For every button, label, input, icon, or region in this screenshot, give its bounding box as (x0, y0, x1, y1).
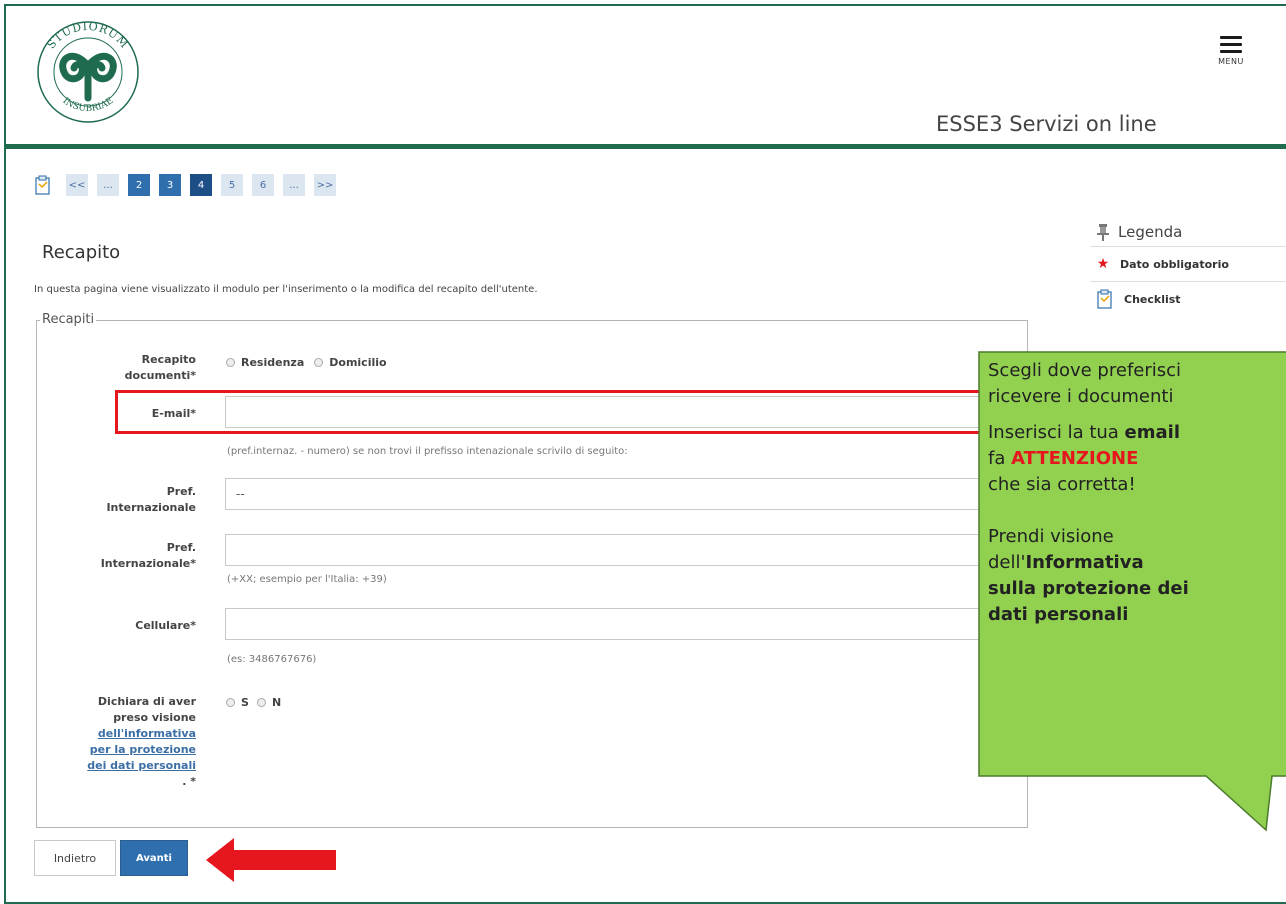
privacy-label-line2: preso visione (113, 711, 196, 724)
privacy-label-required: . * (182, 775, 196, 788)
legend-checklist-label: Checklist (1124, 292, 1181, 306)
pref2-label-line1: Pref. (166, 541, 196, 554)
privacy-no-radio[interactable] (256, 698, 266, 707)
service-title: ESSE3 Servizi on line (936, 112, 1157, 136)
step-pager: << ... 2 3 4 5 6 ... >> (34, 174, 345, 196)
header-divider (6, 144, 1286, 149)
pager-ellipsis-end: ... (283, 174, 305, 196)
callout-text: Scegli dove preferisci ricevere i docume… (988, 358, 1286, 628)
callout-line5: che sia corretta! (988, 474, 1136, 495)
pref-internazionale-input[interactable] (225, 534, 1015, 566)
cellulare-hint: (es: 3486767676) (227, 654, 317, 665)
hamburger-icon-bar (1220, 43, 1242, 46)
next-button[interactable]: Avanti (120, 840, 188, 876)
recapito-label-line2: documenti* (124, 369, 196, 382)
callout-line8: sulla protezione dei (988, 576, 1286, 602)
fieldset-legend: Recapiti (40, 312, 97, 327)
pager-last: >> (314, 174, 336, 196)
callout-line4a: fa (988, 448, 1012, 469)
menu-label: MENU (1218, 57, 1244, 66)
pin-icon (1097, 224, 1109, 241)
callout-line7: dell'Informativa (988, 550, 1286, 576)
privacy-label-line1: Dichiara di aver (97, 695, 196, 708)
callout-attention: ATTENZIONE (1011, 448, 1139, 469)
legend-required-label: Dato obbligatorio (1120, 257, 1229, 271)
residenza-radio[interactable] (226, 358, 235, 367)
pref1-label-line2: Internazionale (106, 501, 196, 514)
logo-text-top: STUDIORUM (45, 20, 131, 51)
privacy-no-label: N (271, 696, 282, 709)
pager-step-2[interactable]: 2 (128, 174, 150, 196)
callout-line7b: Informativa (1025, 552, 1144, 573)
page-description: In questa pagina viene visualizzato il m… (34, 284, 538, 295)
checklist-icon (1097, 289, 1112, 309)
privacy-yes-radio[interactable] (226, 698, 235, 707)
callout-line9: dati personali (988, 602, 1286, 628)
callout-line1: Scegli dove preferisci (988, 360, 1182, 381)
callout-line4: fa ATTENZIONE (988, 446, 1286, 472)
site-header: STUDIORUM INSUBRIAE MENU ESSE3 Servizi o… (6, 6, 1286, 146)
back-button[interactable]: Indietro (34, 840, 116, 876)
page-title: Recapito (42, 242, 121, 263)
star-icon: ★ (1096, 256, 1110, 272)
pager-step-6: 6 (252, 174, 274, 196)
callout-line3: Inserisci la tua email (988, 420, 1286, 446)
callout-line3b: email (1124, 422, 1180, 443)
pager-ellipsis-start: ... (97, 174, 119, 196)
legend-header: Legenda (1090, 218, 1286, 246)
callout-line8b: sulla protezione dei (988, 578, 1189, 599)
domicilio-label: Domicilio (329, 356, 387, 369)
privacy-policy-link-line3[interactable]: dei dati personali (64, 758, 196, 774)
cellulare-input[interactable] (225, 608, 1015, 640)
callout-line9b: dati personali (988, 604, 1129, 625)
pager-step-5: 5 (221, 174, 243, 196)
callout-line2: ricevere i documenti (988, 386, 1174, 407)
menu-button[interactable]: MENU (1211, 32, 1251, 82)
legend-required-row: ★ Dato obbligatorio (1090, 246, 1286, 281)
legend-title: Legenda (1118, 223, 1183, 241)
recapito-radio-group: Residenza Domicilio (226, 356, 387, 369)
callout-line6: Prendi visione (988, 526, 1114, 547)
hamburger-icon (1220, 36, 1242, 39)
pref-internazionale-required-label: Pref. Internazionale* (64, 540, 196, 572)
domicilio-radio[interactable] (314, 358, 324, 367)
legend-checklist-row: Checklist (1090, 281, 1286, 316)
email-highlight-box (115, 390, 995, 434)
privacy-radio-group: S N (226, 696, 281, 709)
cellulare-label: Cellulare* (135, 619, 196, 632)
recapito-label-line1: Recapito (141, 353, 196, 366)
pref2-label-line2: Internazionale* (100, 557, 196, 570)
email-hint: (pref.internaz. - numero) se non trovi i… (227, 446, 628, 457)
callout-line7a: dell' (988, 552, 1026, 573)
callout-line3a: Inserisci la tua (988, 422, 1125, 443)
pager-step-4-current[interactable]: 4 (190, 174, 212, 196)
pager-first[interactable]: << (66, 174, 88, 196)
university-logo[interactable]: STUDIORUM INSUBRIAE (24, 8, 152, 136)
pager-step-3[interactable]: 3 (159, 174, 181, 196)
svg-text:STUDIORUM: STUDIORUM (45, 20, 132, 51)
legend-panel: Legenda ★ Dato obbligatorio Checklist (1090, 218, 1286, 316)
privacy-declaration-label: Dichiara di aver preso visione dell'info… (64, 694, 196, 790)
pref-internazionale-hint: (+XX; esempio per l'Italia: +39) (227, 574, 387, 585)
privacy-policy-link-line2[interactable]: per la protezione (64, 742, 196, 758)
pref-internazionale-label: Pref. Internazionale (64, 484, 196, 516)
arrow-left-icon (206, 838, 336, 882)
checklist-icon[interactable] (34, 175, 52, 195)
privacy-yes-label: S (241, 696, 249, 709)
pref-internazionale-select[interactable]: -- (225, 478, 1015, 510)
pref1-label-line1: Pref. (166, 485, 196, 498)
recapito-documenti-label: Recapito documenti* (64, 352, 196, 384)
privacy-policy-link[interactable]: dell'informativa (64, 726, 196, 742)
hamburger-icon-bar (1220, 50, 1242, 53)
residenza-label: Residenza (241, 356, 305, 369)
